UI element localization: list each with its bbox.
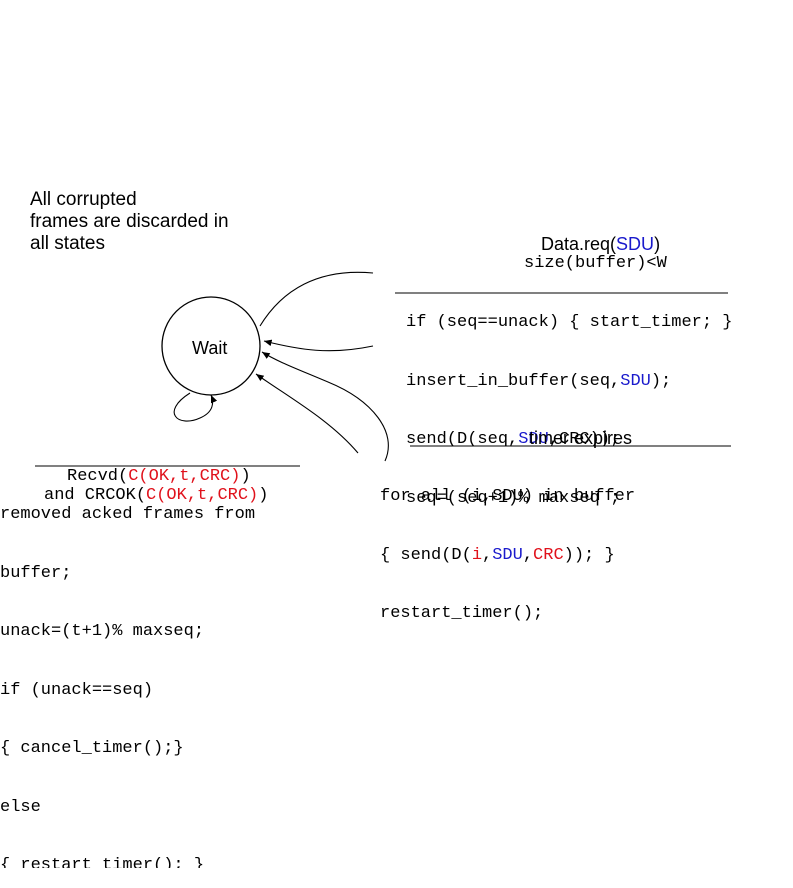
timer-event: timer expires (529, 428, 633, 448)
recvd-actions: removed acked frames from buffer; unack=… (0, 466, 255, 888)
timer-actions: for all (i,SDU) in buffer { send(D(i,SDU… (380, 448, 635, 643)
timer-action: restart_timer(); (380, 604, 544, 623)
note-line: frames are discarded in (30, 211, 229, 232)
discard-note: All corrupted frames are discarded in al… (30, 189, 229, 255)
data-req-event: Data.req(SDU) (541, 234, 660, 255)
data-req-event-prefix: Data.req( (541, 234, 617, 254)
data-req-action: insert_in_buffer(seq,SDU); (406, 371, 672, 391)
recvd-action: if (unack==seq) (0, 680, 154, 700)
recvd-action: { cancel_timer();} (0, 739, 184, 758)
timer-action: for all (i,SDU) in buffer (380, 487, 636, 506)
data-req-guard: size(buffer)<W (524, 254, 667, 273)
data-req-return-arrow (263, 339, 374, 352)
recvd-action: { restart_timer(); } (0, 856, 205, 868)
recvd-action: buffer; (0, 563, 72, 583)
timer-arrow (261, 351, 389, 462)
data-req-action: if (seq==unack) { start_timer; } (406, 313, 733, 332)
note-line: All corrupted (30, 189, 137, 210)
wait-state-label: Wait (192, 338, 228, 358)
data-req-arrow (259, 271, 374, 327)
recvd-action: unack=(t+1)% maxseq; (0, 622, 205, 641)
recvd-action: else (0, 797, 41, 817)
recvd-action: removed acked frames from (0, 505, 256, 524)
note-line: all states (30, 233, 105, 254)
timer-action: { send(D(i,SDU,CRC)); } (380, 545, 615, 565)
data-req-event-suffix: ) (654, 234, 661, 254)
self-loop-arrow (173, 392, 218, 422)
timer-inner-arrow (255, 373, 359, 454)
data-req-event-arg: SDU (616, 234, 655, 254)
